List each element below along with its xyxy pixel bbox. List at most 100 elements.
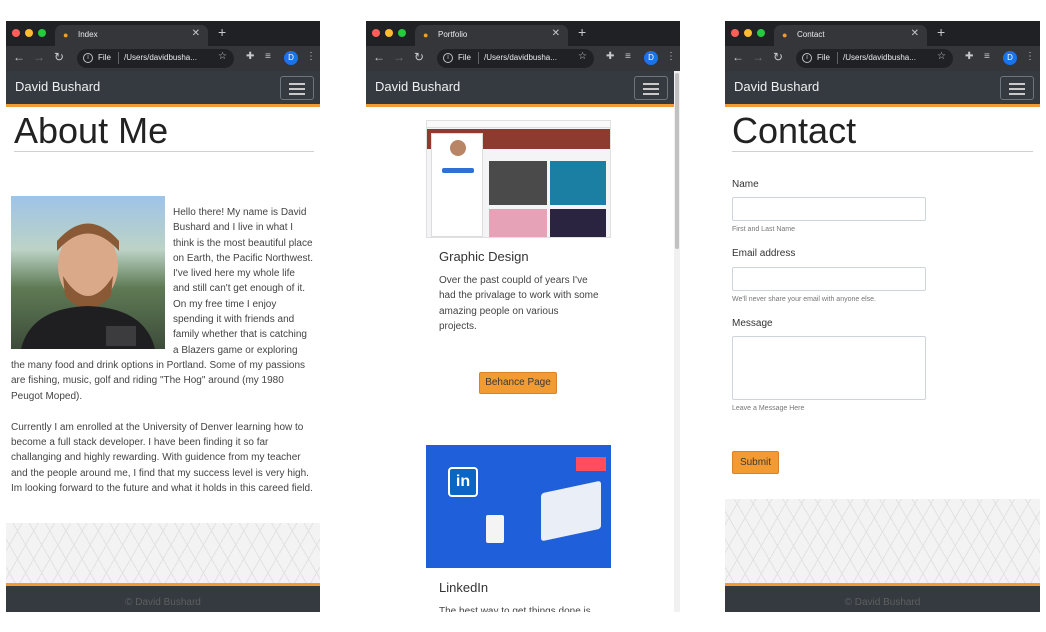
about-text-block: Hello there! My name is David Bushard an… [11,196,314,496]
menu-kebab-icon[interactable]: ⋮ [1025,51,1035,62]
person-figure-icon [486,515,504,543]
submit-button[interactable]: Submit [732,451,779,474]
site-footer: © David Bushard [6,583,320,612]
tab-title: Portfolio [438,30,468,39]
extensions-icon[interactable]: ✚ [246,51,254,62]
laptop-icon [541,480,601,542]
message-help-text: Leave a Message Here [732,405,805,412]
reading-list-icon[interactable]: ≡ [625,51,631,62]
forward-icon[interactable]: → [33,50,45,64]
site-brand[interactable]: David Bushard [375,79,460,94]
address-bar[interactable]: i File /Users/davidbusha... [796,49,953,68]
profile-avatar[interactable]: D [284,51,298,65]
page-title: Contact [732,110,857,151]
window-controls [12,29,46,37]
email-label: Email address [732,248,796,259]
screenshot-topbar [427,121,610,128]
email-help-text: We'll never share your email with anyone… [732,296,876,303]
message-label: Message [732,318,773,329]
browser-tab[interactable]: ● Index ✕ [55,25,208,46]
banner-ribbon-icon [576,457,606,471]
hamburger-menu-button[interactable] [280,76,314,100]
url-divider [837,52,838,64]
site-navbar: David Bushard [725,71,1040,107]
profile-photo [11,196,165,349]
linkedin-logo-icon: in [448,467,478,497]
favicon-icon: ● [63,30,69,40]
extensions-icon[interactable]: ✚ [965,51,973,62]
name-field[interactable] [732,197,926,221]
favicon-icon: ● [782,30,788,40]
url-path: /Users/davidbusha... [484,53,557,62]
bookmark-star-icon[interactable]: ☆ [218,51,227,62]
reload-icon[interactable]: ↻ [54,50,64,64]
page-title: About Me [14,110,169,151]
profile-avatar[interactable]: D [1003,51,1017,65]
minimize-window-button[interactable] [385,29,393,37]
url-scheme: File [98,53,111,62]
maximize-window-button[interactable] [398,29,406,37]
minimize-window-button[interactable] [25,29,33,37]
new-tab-icon[interactable]: + [218,24,226,40]
menu-kebab-icon[interactable]: ⋮ [306,51,316,62]
address-bar[interactable]: i File /Users/davidbusha... [437,49,594,68]
screenshot-profile-card [431,133,483,237]
tab-bar: ● Index ✕ + [6,21,320,46]
info-icon[interactable]: i [443,53,453,63]
bookmark-star-icon[interactable]: ☆ [578,51,587,62]
behance-page-button[interactable]: Behance Page [479,372,557,394]
footer-copyright: © David Bushard [125,597,201,608]
close-window-button[interactable] [12,29,20,37]
forward-icon[interactable]: → [752,50,764,64]
site-brand[interactable]: David Bushard [15,79,100,94]
new-tab-icon[interactable]: + [578,24,586,40]
scrollbar-thumb[interactable] [675,73,679,249]
new-tab-icon[interactable]: + [937,24,945,40]
site-brand[interactable]: David Bushard [734,79,819,94]
footer-copyright: © David Bushard [844,597,921,608]
browser-tab[interactable]: ● Contact ✕ [774,25,927,46]
title-divider [14,151,314,152]
address-bar[interactable]: i File /Users/davidbusha... [77,49,234,68]
bookmark-star-icon[interactable]: ☆ [937,51,946,62]
behance-screenshot [426,120,611,238]
extensions-icon[interactable]: ✚ [606,51,614,62]
back-icon[interactable]: ← [732,50,744,64]
hamburger-menu-button[interactable] [634,76,668,100]
contact-content: Contact Name First and Last Name Email a… [725,110,1040,612]
url-scheme: File [817,53,830,62]
hamburger-menu-button[interactable] [1000,76,1034,100]
email-field[interactable] [732,267,926,291]
close-window-button[interactable] [731,29,739,37]
close-tab-icon[interactable]: ✕ [552,28,560,39]
forward-icon[interactable]: → [393,50,405,64]
info-icon[interactable]: i [802,53,812,63]
url-path: /Users/davidbusha... [843,53,916,62]
scrollbar-track[interactable] [674,71,680,612]
profile-avatar[interactable]: D [644,51,658,65]
browser-tab[interactable]: ● Portfolio ✕ [415,25,568,46]
reading-list-icon[interactable]: ≡ [984,51,990,62]
hamburger-bar-icon [1009,83,1025,85]
tab-title: Contact [797,30,825,39]
reload-icon[interactable]: ↻ [414,50,424,64]
browser-window-portfolio: ● Portfolio ✕ + ← → ↻ i File /Users/davi… [366,21,680,612]
message-textarea[interactable] [732,336,926,400]
info-icon[interactable]: i [83,53,93,63]
menu-kebab-icon[interactable]: ⋮ [666,51,676,62]
minimize-window-button[interactable] [744,29,752,37]
about-content: About Me Hello there! My name is David B… [6,110,320,612]
hamburger-bar-icon [289,83,305,85]
reading-list-icon[interactable]: ≡ [265,51,271,62]
title-divider [732,151,1033,152]
close-window-button[interactable] [372,29,380,37]
card-text: Over the past coupld of years I've had t… [439,275,599,332]
linkedin-illustration: in [426,445,611,568]
close-tab-icon[interactable]: ✕ [911,28,919,39]
close-tab-icon[interactable]: ✕ [192,28,200,39]
maximize-window-button[interactable] [38,29,46,37]
back-icon[interactable]: ← [13,50,25,64]
back-icon[interactable]: ← [373,50,385,64]
reload-icon[interactable]: ↻ [773,50,783,64]
maximize-window-button[interactable] [757,29,765,37]
